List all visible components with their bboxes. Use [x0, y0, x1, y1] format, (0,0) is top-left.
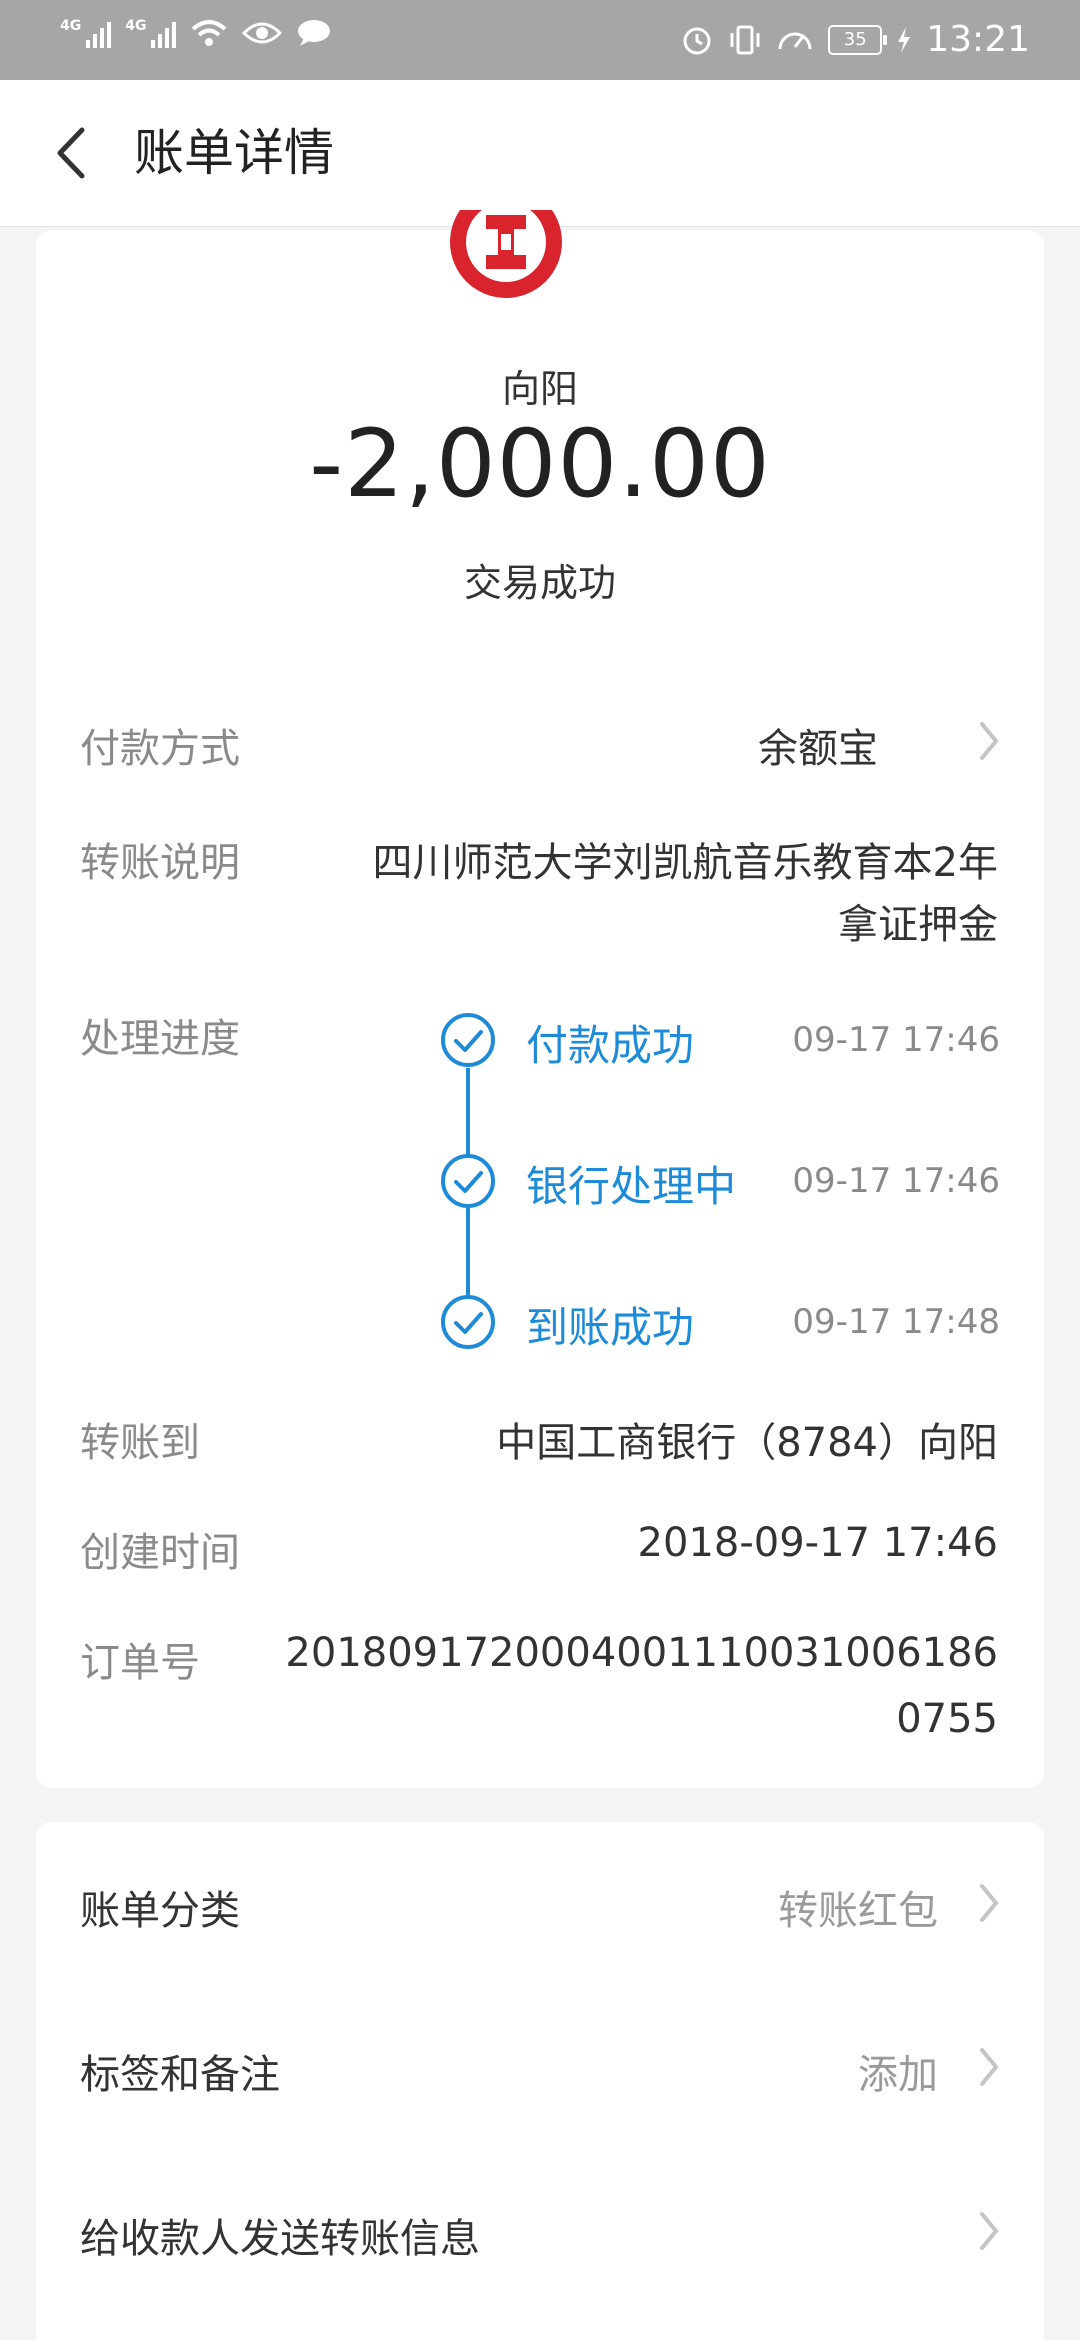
page-title: 账单详情: [134, 124, 334, 182]
payment-method-value: 余额宝: [758, 726, 878, 772]
progress-step-time: 09-17 17:46: [792, 1161, 1000, 1201]
icbc-logo-icon: [450, 210, 562, 298]
status-right-icons: 35 13:21: [680, 16, 1030, 64]
transfer-note-line2: 拿证押金: [838, 902, 998, 948]
chevron-right-icon: [980, 2048, 999, 2086]
order-number-label: 订单号: [80, 1640, 200, 1686]
progress-step-label: 到账成功: [526, 1303, 695, 1352]
progress-step-label: 付款成功: [526, 1021, 695, 1070]
tags-notes-value: 添加: [858, 2052, 938, 2098]
transfer-note-label: 转账说明: [80, 840, 240, 886]
battery-icon: 35: [828, 25, 888, 55]
tags-notes-label: 标签和备注: [80, 2052, 280, 2098]
charging-icon: [898, 27, 911, 53]
created-time-value: 2018-09-17 17:46: [637, 1520, 998, 1566]
chevron-right-icon: [980, 722, 999, 760]
eye-icon: [242, 22, 283, 44]
status-left-icons: 4G 4G: [60, 18, 332, 48]
created-time-label: 创建时间: [80, 1530, 240, 1576]
check-circle-icon: [441, 1154, 495, 1208]
send-transfer-info-label: 给收款人发送转账信息: [80, 2216, 480, 2262]
clock: 13:21: [926, 19, 1030, 60]
app-header: 账单详情: [0, 80, 1080, 227]
network-type-label-2: 4G: [125, 18, 147, 34]
payment-method-label: 付款方式: [80, 726, 240, 772]
status-bar: 4G 4G 35 13:21: [0, 0, 1080, 80]
speed-icon: [778, 32, 812, 50]
chevron-right-icon: [980, 1884, 999, 1922]
wifi-icon: [192, 20, 227, 46]
chevron-right-icon: [980, 2212, 999, 2250]
progress-step-time: 09-17 17:48: [792, 1302, 1000, 1342]
order-number-line1: 20180917200040011100310061​86: [285, 1630, 998, 1676]
bill-category-label: 账单分类: [80, 1888, 240, 1934]
cell-signal-icon: 4G: [60, 18, 112, 48]
bill-category-value: 转账红包: [778, 1888, 938, 1934]
network-type-label: 4G: [60, 18, 82, 34]
progress-step-time: 09-17 17:46: [792, 1020, 1000, 1060]
payment-method-row[interactable]: 余额宝: [700, 700, 1020, 780]
message-icon: [298, 20, 331, 46]
progress-step-label: 银行处理中: [526, 1162, 737, 1211]
back-button[interactable]: [40, 118, 110, 188]
cell-signal-icon-2: 4G: [125, 18, 177, 48]
transfer-to-value: 中国工商银行（8784）向阳: [496, 1420, 998, 1466]
check-circle-icon: [441, 1013, 495, 1067]
transaction-status: 交易成功: [463, 561, 616, 605]
transfer-to-label: 转账到: [80, 1420, 200, 1466]
vibrate-icon: [730, 25, 760, 55]
transfer-note-line1: 四川师范大学刘凯航音乐教育本2年: [372, 840, 998, 886]
progress-label: 处理进度: [80, 1016, 240, 1062]
alarm-icon: [683, 27, 711, 55]
order-number-line2: 0755: [896, 1696, 998, 1742]
check-circle-icon: [441, 1295, 495, 1349]
payee-name: 向阳: [501, 367, 578, 411]
transaction-amount: -2,000.00: [309, 410, 771, 519]
